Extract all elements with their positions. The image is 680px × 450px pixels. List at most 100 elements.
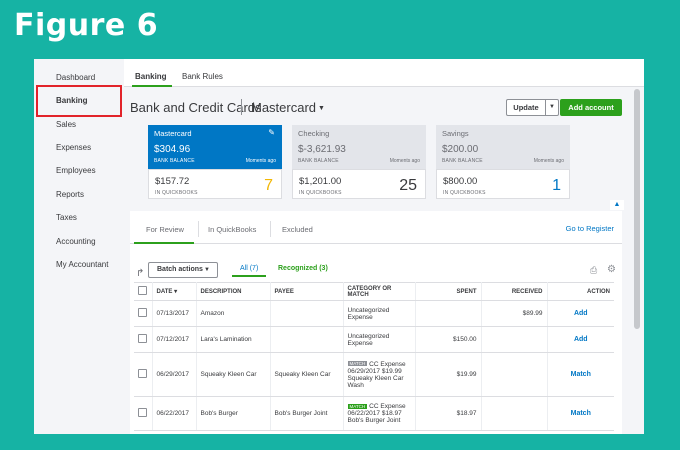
row-date: 06/29/2017 [152,352,197,397]
match-button[interactable]: Match [547,352,614,397]
sidebar: Dashboard Banking Sales Expenses Employe… [34,59,124,434]
sidebar-item-taxes[interactable]: Taxes [56,213,77,222]
add-button[interactable]: Add [547,326,614,353]
card-bank-balance: $304.96 [154,144,191,155]
table-header-row: DATE ▾ DESCRIPTION PAYEE CATEGORY OR MAT… [134,282,614,301]
account-dropdown-label: Mastercard [251,100,317,115]
row-category: Uncategorized Expense [343,326,416,353]
add-account-button[interactable]: Add account [560,99,622,116]
card-bank-balance: $200.00 [442,144,479,155]
card-bank-section: Savings $200.00 BANK BALANCE Moments ago [436,125,570,169]
filter-recognized-tab[interactable]: Recognized (3) [278,265,328,272]
row-payee [270,326,344,353]
row-payee: Bob's Burger Joint [270,396,344,431]
card-bank-balance-label: BANK BALANCE [298,158,339,164]
card-qb-amount: $157.72 [155,176,190,187]
card-review-count: 7 [264,177,273,194]
chevron-up-icon[interactable]: ▲ [610,200,624,210]
account-card-mastercard[interactable]: Mastercard ✎ $304.96 BANK BALANCE Moment… [148,125,282,199]
match-badge: MATCH [347,403,368,409]
review-tabs: For Review In QuickBooks Excluded Go to … [130,211,622,244]
tab-in-quickbooks[interactable]: In QuickBooks [208,225,256,234]
sidebar-item-dashboard[interactable]: Dashboard [56,73,95,82]
update-button[interactable]: Update [506,99,546,116]
tab-for-review[interactable]: For Review [146,225,184,234]
match-badge: MATCH [347,361,368,367]
row-category: MATCH CC Expense 06/29/2017 $19.99 Squeak… [343,352,416,397]
row-select[interactable] [134,300,153,327]
filter-all-tab[interactable]: All (7) [232,263,267,277]
title-divider [241,99,242,115]
account-card-checking[interactable]: Checking $-3,621.93 BANK BALANCE Moments… [292,125,426,199]
table-row[interactable]: 06/22/2017 Bob's Burger Bob's Burger Joi… [134,396,614,431]
tab-divider [270,221,271,237]
tab-banking[interactable]: Banking [135,72,167,81]
row-date: 07/12/2017 [152,326,197,353]
card-name: Savings [442,129,469,138]
tab-bank-rules[interactable]: Bank Rules [182,72,223,81]
card-qb-label: IN QUICKBOOKS [299,190,342,196]
header-description: DESCRIPTION [196,282,271,301]
row-received [481,396,548,431]
row-date: 06/22/2017 [152,396,197,431]
header-payee: PAYEE [270,282,344,301]
add-button[interactable]: Add [547,300,614,327]
card-qb-amount: $1,201.00 [299,176,342,187]
main-content: Banking Bank Rules Bank and Credit Cards… [124,59,644,434]
checkbox[interactable] [138,408,147,417]
checkbox[interactable] [138,308,147,317]
sidebar-item-accounting[interactable]: Accounting [56,237,96,246]
match-button[interactable]: Match [547,396,614,431]
print-icon[interactable]: ⎙ [590,265,600,275]
row-received [481,352,548,397]
card-updated-time: Moments ago [245,158,276,164]
checkbox[interactable] [138,334,147,343]
card-bank-balance-label: BANK BALANCE [442,158,483,164]
header-date[interactable]: DATE ▾ [152,282,197,301]
vertical-scrollbar[interactable] [634,89,640,329]
row-received: $89.99 [481,300,548,327]
go-to-register-link[interactable]: Go to Register [566,224,614,233]
checkbox[interactable] [138,369,147,378]
account-card-savings[interactable]: Savings $200.00 BANK BALANCE Moments ago… [436,125,570,199]
row-spent [415,300,482,327]
card-updated-time: Moments ago [533,158,564,164]
sidebar-item-expenses[interactable]: Expenses [56,143,91,152]
table-row[interactable]: 07/12/2017 Lara's Lamination Uncategoriz… [134,326,614,353]
table-row[interactable]: 07/13/2017 Amazon Uncategorized Expense … [134,300,614,327]
tab-divider [198,221,199,237]
batch-actions-dropdown[interactable]: Batch actions ▼ [148,262,218,278]
sidebar-item-employees[interactable]: Employees [56,166,96,175]
row-select[interactable] [134,352,153,397]
transactions-panel: For Review In QuickBooks Excluded Go to … [130,211,622,434]
checkbox[interactable] [138,286,147,295]
row-category: Uncategorized Expense [343,300,416,327]
card-qb-section: $157.72 IN QUICKBOOKS 7 [148,169,282,199]
account-dropdown[interactable]: Mastercard ▼ [251,100,325,115]
row-payee: Squeaky Kleen Car [270,352,344,397]
sidebar-item-sales[interactable]: Sales [56,120,76,129]
figure-title: Figure 6 [14,8,159,43]
row-received [481,326,548,353]
gear-icon[interactable]: ⚙ [607,264,616,275]
update-dropdown-button[interactable]: ▼ [545,99,559,116]
table-row[interactable]: 06/29/2017 Squeaky Kleen Car Squeaky Kle… [134,352,614,397]
tab-active-underline [132,85,172,87]
tab-excluded[interactable]: Excluded [282,225,313,234]
card-qb-section: $800.00 IN QUICKBOOKS 1 [436,169,570,199]
header-select-all[interactable] [134,282,153,301]
card-qb-section: $1,201.00 IN QUICKBOOKS 25 [292,169,426,199]
row-description: Lara's Lamination [196,326,271,353]
card-updated-time: Moments ago [389,158,420,164]
header-date-label: DATE [156,289,173,295]
chevron-down-icon: ▼ [549,104,555,110]
sidebar-item-reports[interactable]: Reports [56,190,84,199]
sidebar-item-my-accountant[interactable]: My Accountant [56,260,108,269]
row-select[interactable] [134,396,153,431]
top-tabs: Banking Bank Rules [124,59,644,87]
row-select[interactable] [134,326,153,353]
row-description: Squeaky Kleen Car [196,352,271,397]
pencil-icon[interactable]: ✎ [268,128,275,137]
caret-down-icon: ▾ [174,289,178,295]
card-name: Mastercard [154,129,192,138]
